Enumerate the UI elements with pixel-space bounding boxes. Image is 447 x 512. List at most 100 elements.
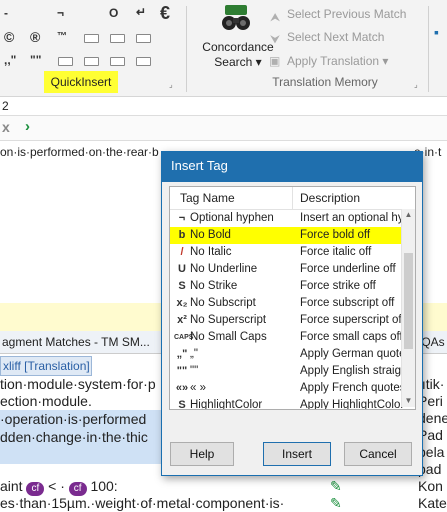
help-button[interactable]: Help bbox=[170, 442, 234, 466]
chevron-right-icon[interactable]: › bbox=[25, 118, 30, 135]
quickinsert-group-label: QuickInsert bbox=[44, 71, 118, 93]
tag-row[interactable]: «» « » Apply French quotes bbox=[170, 380, 406, 397]
symbol-en-dash[interactable]: - bbox=[4, 6, 8, 20]
tag-row[interactable]: / No Italic Force italic off bbox=[170, 244, 406, 261]
column-separator[interactable] bbox=[292, 187, 293, 209]
segment-line-with-tags[interactable]: aint cf < · cf 100: bbox=[0, 478, 330, 496]
tag-description: Force italic off bbox=[300, 246, 372, 258]
tag-description: Force strike off bbox=[300, 280, 376, 292]
column-header-description[interactable]: Description bbox=[300, 187, 360, 209]
tag-name: No Superscript bbox=[190, 314, 267, 326]
target-text-fragment: Kon bbox=[418, 478, 443, 494]
dialog-title: Insert Tag bbox=[171, 158, 228, 173]
cancel-button[interactable]: Cancel bbox=[344, 442, 412, 466]
column-header-tag-name[interactable]: Tag Name bbox=[180, 187, 235, 209]
segment-line[interactable]: es·than·15µm.·weight·of·metal·component·… bbox=[0, 495, 330, 511]
tag-row[interactable]: ¬ Optional hyphen Insert an optional hyp bbox=[170, 210, 406, 227]
scroll-down-icon[interactable]: ▼ bbox=[404, 396, 413, 406]
tag-row[interactable]: S HighlightColor Apply HighlightColor bbox=[170, 397, 406, 410]
tag-description: Force bold off bbox=[300, 229, 371, 241]
tag-name: "" bbox=[190, 365, 199, 377]
edit-pencil-icon[interactable]: ✎ bbox=[330, 478, 342, 495]
symbol-not[interactable]: ¬ bbox=[57, 6, 64, 20]
no-small-caps-icon: CAPS bbox=[174, 334, 194, 341]
symbol-trademark[interactable]: ™ bbox=[57, 31, 67, 42]
no-italic-icon: / bbox=[180, 246, 184, 258]
tag-row[interactable]: "" "" Apply English straight bbox=[170, 363, 406, 380]
tag-description: Force small caps off bbox=[300, 331, 403, 343]
dialog-title-bar[interactable]: Insert Tag bbox=[162, 152, 422, 182]
tag-name: No Small Caps bbox=[190, 331, 267, 343]
tag-row[interactable]: S No Strike Force strike off bbox=[170, 278, 406, 295]
small-tag-icon[interactable] bbox=[84, 57, 99, 66]
insert-button[interactable]: Insert bbox=[263, 442, 331, 466]
tag-name: HighlightColor bbox=[190, 399, 263, 410]
tag-name: No Strike bbox=[190, 280, 238, 292]
symbol-return[interactable]: ↵ bbox=[136, 5, 146, 19]
tag-row[interactable]: „" „" Apply German quotes bbox=[170, 346, 406, 363]
tag-name: No Italic bbox=[190, 246, 232, 258]
tag-row[interactable]: x₂ No Subscript Force subscript off bbox=[170, 295, 406, 312]
list-scrollbar[interactable]: ▲ ▼ bbox=[401, 209, 415, 407]
clear-icon[interactable]: x bbox=[2, 119, 10, 135]
tag-list[interactable]: Tag Name Description ¬ Optional hyphen Ins… bbox=[169, 186, 416, 410]
binoculars-icon[interactable] bbox=[222, 4, 250, 34]
tag-description: Force underline off bbox=[300, 263, 396, 275]
symbol-copyright[interactable]: © bbox=[4, 29, 14, 45]
tag-row[interactable]: x² No Superscript Force superscript off bbox=[170, 312, 406, 329]
row-number: 2 bbox=[0, 97, 447, 116]
dialog-launcher-icon[interactable]: ⌟ bbox=[414, 80, 418, 89]
small-tag-icon[interactable] bbox=[136, 57, 151, 66]
tag-row[interactable]: U No Underline Force underline off bbox=[170, 261, 406, 278]
small-tag-icon[interactable] bbox=[58, 57, 73, 66]
scroll-thumb[interactable] bbox=[404, 253, 413, 349]
no-strike-icon: S bbox=[178, 280, 186, 292]
tag-description: Apply English straight bbox=[300, 365, 406, 377]
tag-description: Apply HighlightColor bbox=[300, 399, 405, 410]
translation-memory-group-label: Translation Memory bbox=[272, 75, 378, 89]
tag-name: No Subscript bbox=[190, 297, 256, 309]
symbol-circle[interactable]: O bbox=[109, 6, 118, 20]
tag-list-header: Tag Name Description bbox=[170, 187, 415, 210]
optional-hyphen-icon: ¬ bbox=[178, 212, 186, 224]
tag-name: „" bbox=[190, 348, 198, 360]
symbol-registered[interactable]: ® bbox=[30, 29, 40, 45]
segment-text: aint bbox=[0, 478, 23, 494]
tag-description: Apply French quotes bbox=[300, 382, 406, 394]
tag-pill[interactable]: cf bbox=[26, 482, 45, 496]
edit-pencil-icon[interactable]: ✎ bbox=[330, 495, 342, 512]
editor-toolbar: x › bbox=[0, 116, 447, 141]
concordance-label-line1: Concordance bbox=[202, 40, 274, 54]
symbol-german-quotes[interactable]: ,," bbox=[4, 53, 16, 67]
insert-tag-dialog: Insert Tag Tag Name Description ¬ Optiona… bbox=[161, 151, 423, 476]
concordance-search-button[interactable]: Concordance Search ▾ bbox=[196, 40, 280, 70]
scroll-up-icon[interactable]: ▲ bbox=[404, 210, 413, 220]
tag-row[interactable]: b No Bold Force bold off bbox=[170, 227, 406, 244]
segment-text: < bbox=[48, 478, 57, 494]
small-tag-icon[interactable] bbox=[136, 34, 151, 43]
apply-translation-button[interactable]: Apply Translation ▾ bbox=[287, 54, 388, 68]
tag-pill[interactable]: cf bbox=[68, 482, 87, 496]
apply-translation-icon: ▣ bbox=[269, 54, 281, 68]
english-quotes-icon: "" bbox=[176, 365, 188, 377]
symbol-euro[interactable]: € bbox=[160, 3, 170, 24]
arrow-up-icon: ⮝ bbox=[270, 10, 281, 24]
dialog-launcher-icon[interactable]: ⌟ bbox=[169, 80, 173, 89]
app-icon[interactable]: ▪ bbox=[434, 24, 439, 40]
tag-name: Optional hyphen bbox=[190, 212, 274, 224]
select-next-match-button[interactable]: Select Next Match bbox=[287, 30, 384, 44]
small-tag-icon[interactable] bbox=[84, 34, 99, 43]
target-text-fragment: Kate bbox=[418, 495, 447, 511]
select-previous-match-button[interactable]: Select Previous Match bbox=[287, 7, 406, 21]
file-tab[interactable]: xliff [Translation] bbox=[0, 356, 92, 376]
small-tag-icon[interactable] bbox=[110, 34, 125, 43]
tag-name: No Underline bbox=[190, 263, 258, 275]
symbol-straight-quotes[interactable]: "" bbox=[30, 53, 41, 67]
no-subscript-icon: x₂ bbox=[176, 297, 188, 309]
no-bold-icon: b bbox=[178, 229, 186, 241]
small-tag-icon[interactable] bbox=[110, 57, 125, 66]
tag-row[interactable]: CAPS No Small Caps Force small caps off bbox=[170, 329, 406, 346]
arrow-down-icon: ⮟ bbox=[270, 32, 281, 46]
highlight-color-icon: S bbox=[178, 399, 186, 410]
no-superscript-icon: x² bbox=[177, 314, 187, 326]
